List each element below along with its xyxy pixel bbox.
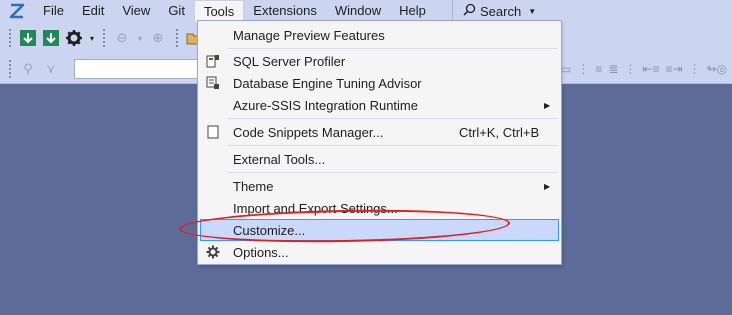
gear-icon[interactable] (64, 28, 84, 48)
menu-edit[interactable]: Edit (73, 0, 113, 22)
chevron-down-icon[interactable]: ▾ (135, 28, 145, 48)
gear-icon (200, 241, 226, 263)
menu-item-label: SQL Server Profiler (233, 53, 346, 69)
tuning-advisor-icon (200, 72, 226, 94)
menu-window[interactable]: Window (326, 0, 390, 22)
menu-item-label: Azure-SSIS Integration Runtime (233, 97, 418, 113)
app-logo-icon[interactable] (0, 0, 34, 22)
filter-icon[interactable]: ⋎ (41, 59, 61, 79)
profiler-icon (200, 50, 226, 72)
increase-indent-icon[interactable]: ≡⇥ (665, 62, 682, 76)
menu-separator (228, 172, 558, 173)
toolbar-grip[interactable] (102, 28, 106, 48)
text-editor-tools: ▭ ⋮ ≡ ≣ ⋮ ⇤≡ ≡⇥ ⋮ ↬◎ ▾ (560, 54, 732, 84)
comment-icon[interactable]: ↬◎ (707, 62, 728, 76)
menu-git[interactable]: Git (159, 0, 194, 22)
menu-item-tuning-advisor[interactable]: Database Engine Tuning Advisor (200, 72, 559, 94)
menu-bar: File Edit View Git Tools Extensions Wind… (0, 0, 732, 23)
menu-separator (228, 48, 558, 49)
menu-separator (228, 145, 558, 146)
menu-separator (228, 118, 558, 119)
plug-icon[interactable]: ⚲ (18, 59, 38, 79)
menu-file[interactable]: File (34, 0, 73, 22)
menu-item-label: Code Snippets Manager... (233, 124, 384, 140)
database-select[interactable] (74, 58, 214, 79)
decrease-indent-icon[interactable]: ⇤≡ (642, 62, 659, 76)
submenu-arrow-icon: ▶ (544, 100, 551, 110)
snippet-icon (200, 121, 226, 143)
menu-view[interactable]: View (113, 0, 159, 22)
download-green-icon[interactable] (18, 28, 38, 48)
align-lines-icon[interactable]: ≣ (608, 62, 618, 76)
align-lines-icon[interactable]: ≡ (595, 62, 602, 76)
menu-item-label: Options... (233, 244, 289, 260)
menu-item-code-snippets[interactable]: Code Snippets Manager... Ctrl+K, Ctrl+B (200, 121, 559, 143)
menu-item-label: Database Engine Tuning Advisor (233, 75, 422, 91)
download-green-icon[interactable] (41, 28, 61, 48)
back-icon[interactable]: ⊖ (112, 28, 132, 48)
forward-icon[interactable]: ⊕ (148, 28, 168, 48)
grip-icon: ⋮ (688, 62, 701, 76)
submenu-arrow-icon: ▶ (544, 181, 551, 191)
search-button[interactable]: Search ▼ (452, 0, 536, 22)
menu-item-options[interactable]: Options... (200, 241, 559, 263)
menu-help[interactable]: Help (390, 0, 435, 22)
menu-item-theme[interactable]: Theme ▶ (200, 175, 559, 197)
menu-item-sql-profiler[interactable]: SQL Server Profiler (200, 50, 559, 72)
menu-item-ssis-runtime[interactable]: Azure-SSIS Integration Runtime ▶ (200, 94, 559, 116)
search-icon (463, 3, 476, 19)
chevron-down-icon: ▼ (528, 6, 537, 16)
menu-item-label: Manage Preview Features (233, 27, 385, 43)
grip-icon: ⋮ (577, 62, 590, 76)
toolbar-grip[interactable] (8, 58, 12, 79)
grip-icon: ⋮ (624, 62, 637, 76)
menu-item-external-tools[interactable]: External Tools... (200, 148, 559, 170)
toolbar-grip[interactable] (175, 28, 179, 48)
toolbar-grip[interactable] (8, 28, 12, 48)
menu-item-shortcut: Ctrl+K, Ctrl+B (459, 124, 540, 140)
search-label: Search (480, 3, 522, 19)
overflow-dropdown-icon[interactable]: ▾ (87, 28, 97, 48)
menu-item-label: Theme (233, 178, 274, 194)
menu-extensions[interactable]: Extensions (244, 0, 326, 22)
menu-item-manage-preview[interactable]: Manage Preview Features (200, 24, 559, 46)
menu-item-label: External Tools... (233, 151, 326, 167)
